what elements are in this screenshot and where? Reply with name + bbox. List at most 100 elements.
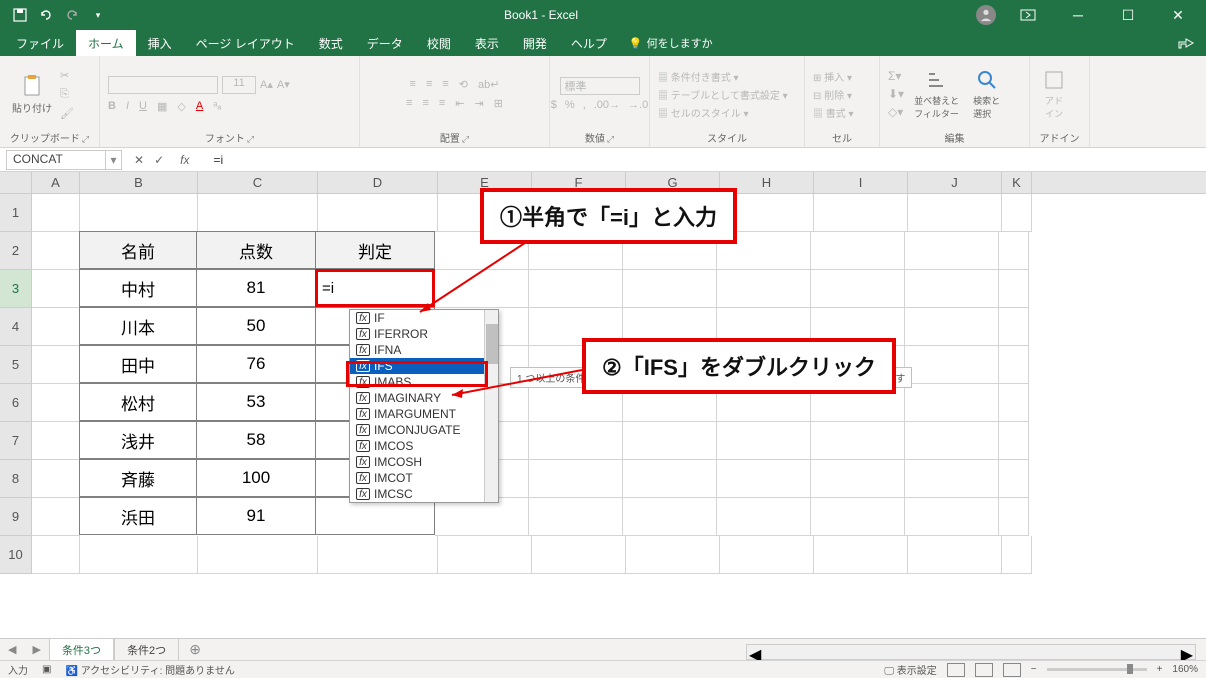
col-header[interactable]: B	[80, 172, 198, 193]
row-header[interactable]: 7	[0, 422, 32, 460]
cell[interactable]: 中村	[79, 269, 197, 307]
number-format-select[interactable]: 標準	[560, 77, 640, 95]
enter-formula-icon[interactable]: ✓	[154, 153, 164, 167]
launcher-icon[interactable]: ⤢	[82, 134, 89, 144]
autocomplete-item[interactable]: fxIFERROR	[350, 326, 498, 342]
cell[interactable]	[999, 270, 1029, 308]
indent-dec-icon[interactable]: ⇤	[455, 97, 464, 110]
cell[interactable]	[999, 460, 1029, 498]
cell[interactable]	[623, 460, 717, 498]
cell[interactable]	[198, 536, 318, 574]
align-left-icon[interactable]: ≡	[406, 97, 412, 110]
row-header[interactable]: 6	[0, 384, 32, 422]
paste-button[interactable]: 貼り付け	[8, 72, 56, 117]
cell[interactable]	[811, 270, 905, 308]
autocomplete-item[interactable]: fxIF	[350, 310, 498, 326]
cell[interactable]	[529, 460, 623, 498]
cell[interactable]	[623, 422, 717, 460]
close-icon[interactable]: ✕	[1160, 0, 1196, 30]
autosum-icon[interactable]: Σ▾	[888, 69, 904, 83]
cell[interactable]	[32, 384, 80, 422]
find-select-button[interactable]: 検索と 選択	[969, 66, 1004, 122]
cell[interactable]	[905, 422, 999, 460]
autocomplete-item[interactable]: fxIMCOT	[350, 470, 498, 486]
cell[interactable]	[532, 536, 626, 574]
col-header[interactable]: J	[908, 172, 1002, 193]
cell[interactable]	[905, 384, 999, 422]
cell[interactable]: 名前	[79, 231, 197, 269]
border-button[interactable]: ▦	[157, 100, 167, 113]
cell[interactable]	[999, 232, 1029, 270]
cell[interactable]	[1002, 194, 1032, 232]
row-header[interactable]: 9	[0, 498, 32, 536]
new-sheet-button[interactable]: ⊕	[179, 641, 211, 658]
cell[interactable]	[905, 308, 999, 346]
page-layout-view-icon[interactable]	[975, 663, 993, 677]
cell[interactable]	[1002, 536, 1032, 574]
cut-icon[interactable]: ✂	[60, 69, 74, 82]
cell[interactable]: 斉藤	[79, 459, 197, 497]
align-top-icon[interactable]: ≡	[410, 78, 416, 91]
cell[interactable]	[198, 194, 318, 232]
col-header[interactable]: A	[32, 172, 80, 193]
cell[interactable]	[32, 422, 80, 460]
tab-layout[interactable]: ページ レイアウト	[184, 30, 307, 56]
select-all-button[interactable]	[0, 172, 32, 193]
scrollbar[interactable]	[484, 310, 498, 502]
normal-view-icon[interactable]	[947, 663, 965, 677]
copy-icon[interactable]: ⎘	[60, 88, 74, 101]
cell[interactable]	[717, 270, 811, 308]
cell[interactable]	[999, 498, 1029, 536]
name-box-dropdown-icon[interactable]: ▾	[106, 150, 122, 170]
cell[interactable]	[814, 536, 908, 574]
tab-file[interactable]: ファイル	[4, 30, 76, 56]
autocomplete-item[interactable]: fxIFNA	[350, 342, 498, 358]
qat-customize-icon[interactable]: ▾	[90, 7, 106, 23]
tab-view[interactable]: 表示	[463, 30, 511, 56]
active-cell[interactable]: =i	[315, 269, 435, 307]
sort-filter-button[interactable]: 並べ替えと フィルター	[910, 66, 963, 122]
formula-input[interactable]: =i	[207, 151, 1206, 169]
cell[interactable]: 76	[196, 345, 316, 383]
cell[interactable]: 50	[196, 307, 316, 345]
autocomplete-item[interactable]: fxIMCOS	[350, 438, 498, 454]
zoom-in-button[interactable]: +	[1157, 664, 1163, 675]
cell[interactable]	[435, 270, 529, 308]
display-settings-button[interactable]: 🖵 表示設定	[884, 662, 936, 677]
cell[interactable]	[32, 536, 80, 574]
cell[interactable]	[529, 498, 623, 536]
align-right-icon[interactable]: ≡	[439, 97, 445, 110]
cell[interactable]	[32, 498, 80, 536]
align-center-icon[interactable]: ≡	[422, 97, 428, 110]
cell[interactable]	[626, 536, 720, 574]
cell[interactable]	[318, 536, 438, 574]
autocomplete-item[interactable]: fxIMCOSH	[350, 454, 498, 470]
fx-icon[interactable]: fx	[174, 153, 195, 167]
cell[interactable]	[32, 308, 80, 346]
redo-icon[interactable]	[64, 7, 80, 23]
cell[interactable]	[999, 422, 1029, 460]
cell[interactable]	[908, 194, 1002, 232]
cell[interactable]: 浜田	[79, 497, 197, 535]
cell[interactable]	[32, 270, 80, 308]
align-bottom-icon[interactable]: ≡	[442, 78, 448, 91]
autocomplete-item[interactable]: fxIMCONJUGATE	[350, 422, 498, 438]
sheet-nav-next-icon[interactable]: ▶	[24, 643, 48, 656]
font-color-button[interactable]: A	[196, 100, 203, 113]
col-header[interactable]: K	[1002, 172, 1032, 193]
cell[interactable]: 川本	[79, 307, 197, 345]
autocomplete-item[interactable]: fxIMARGUMENT	[350, 406, 498, 422]
tab-home[interactable]: ホーム	[76, 30, 136, 56]
phonetic-button[interactable]: ᵃₐ	[213, 100, 221, 113]
insert-cells-button[interactable]: ⊞ 挿入 ▾	[813, 69, 852, 84]
row-header[interactable]: 3	[0, 270, 32, 308]
orientation-icon[interactable]: ⟲	[459, 78, 468, 91]
row-header[interactable]: 10	[0, 536, 32, 574]
format-cells-button[interactable]: ▦ 書式 ▾	[813, 105, 854, 120]
cancel-formula-icon[interactable]: ✕	[134, 153, 144, 167]
autocomplete-item[interactable]: fxIFS	[350, 358, 498, 374]
cell[interactable]	[905, 232, 999, 270]
launcher-icon[interactable]: ⤢	[247, 134, 254, 144]
undo-icon[interactable]	[38, 7, 54, 23]
share-button[interactable]	[1166, 30, 1206, 56]
